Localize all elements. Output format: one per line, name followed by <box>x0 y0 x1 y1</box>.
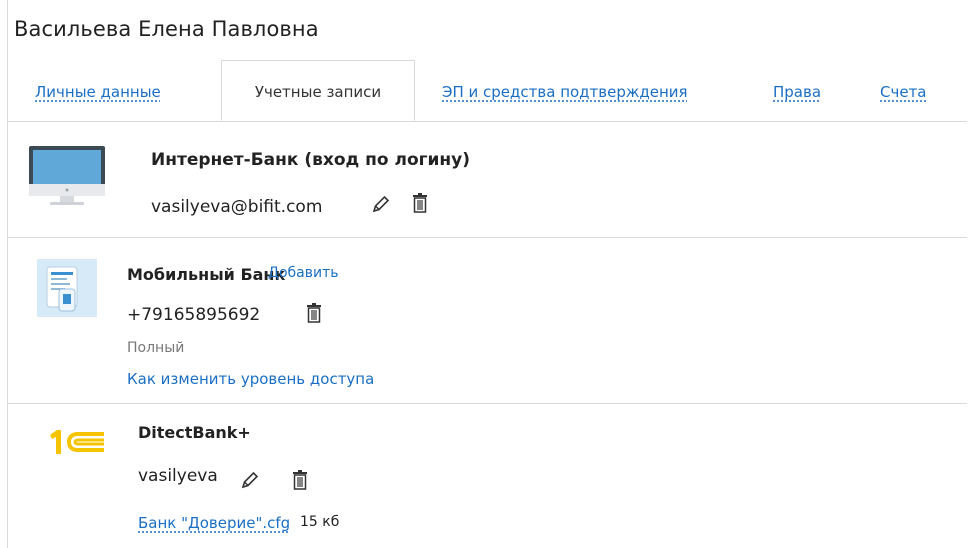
monitor-icon <box>29 146 105 205</box>
tab-rights[interactable]: Права <box>773 83 821 101</box>
section-divider <box>7 237 967 238</box>
access-level: Полный <box>127 340 185 356</box>
trash-icon[interactable] <box>412 193 428 213</box>
tab-signatures[interactable]: ЭП и средства подтверждения <box>442 83 688 101</box>
tab-accounts[interactable]: Учетные записи <box>221 60 415 121</box>
pencil-icon[interactable] <box>240 470 260 490</box>
pencil-icon[interactable] <box>371 194 391 214</box>
page-title: Васильева Елена Павловна <box>14 17 319 41</box>
onec-login: vasilyeva <box>138 466 218 486</box>
tab-bar: Личные данные Учетные записи ЭП и средст… <box>7 60 967 122</box>
1c-logo-icon <box>50 430 104 454</box>
trash-icon[interactable] <box>292 470 308 490</box>
internet-bank-title: Интернет-Банк (вход по логину) <box>151 150 471 170</box>
access-level-help-link[interactable]: Как изменить уровень доступа <box>127 370 374 388</box>
section-divider <box>7 403 967 404</box>
add-mobile-bank-link[interactable]: Добавить <box>268 265 338 281</box>
onec-title: DitectBank+ <box>138 423 251 442</box>
tab-bar-divider <box>7 121 967 122</box>
internet-bank-login: vasilyeva@bifit.com <box>151 197 323 217</box>
mobile-bank-phone: +79165895692 <box>127 305 261 325</box>
tab-bills[interactable]: Счета <box>880 83 927 101</box>
mobile-app-icon <box>37 259 97 317</box>
mobile-bank-title: Мобильный Банк <box>127 265 286 284</box>
config-file-link[interactable]: Банк "Доверие".cfg <box>138 514 290 532</box>
trash-icon[interactable] <box>306 303 322 323</box>
config-file-size: 15 кб <box>300 514 340 530</box>
tab-personal-data[interactable]: Личные данные <box>35 83 161 101</box>
